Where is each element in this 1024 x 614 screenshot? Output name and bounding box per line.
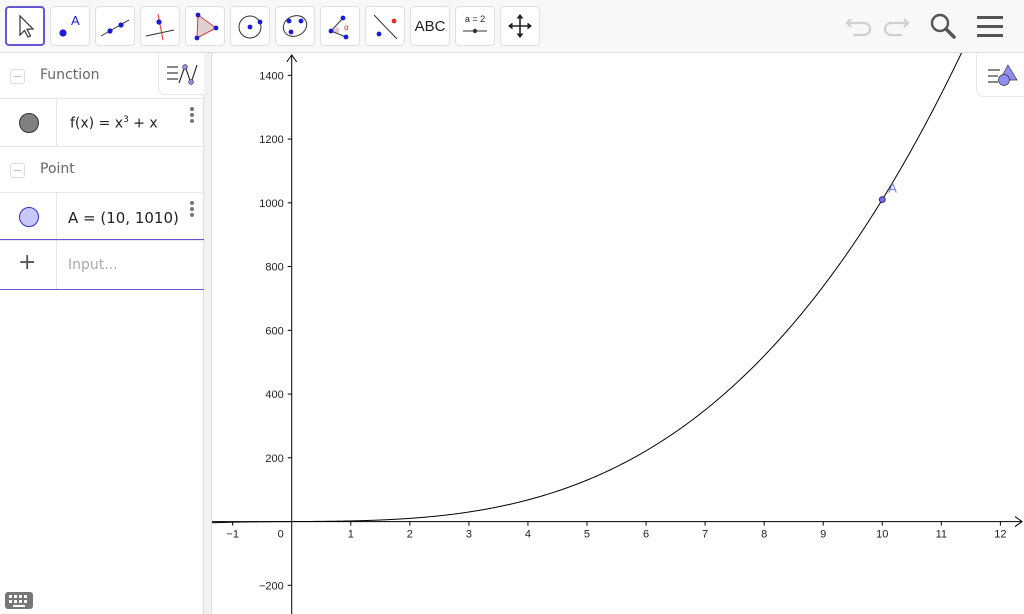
group-title: Point — [40, 161, 75, 177]
group-title: Function — [40, 67, 100, 83]
move-arrows-icon — [508, 14, 532, 38]
redo-icon — [883, 18, 910, 37]
y-tick-label: 800 — [265, 262, 283, 274]
ellipse-icon — [282, 15, 308, 37]
text-icon: ABC — [414, 17, 446, 35]
algebra-style-bar-toggle[interactable] — [158, 53, 204, 95]
algebra-item-A[interactable]: A = (10, 1010) — [0, 193, 204, 241]
graphics-canvas[interactable]: −1 0 1 2 3 4 5 6 7 8 9 10 11 12 −20020040060080010001… — [212, 53, 1024, 614]
x-tick-label: 2 — [407, 529, 413, 541]
search-icon — [930, 13, 956, 39]
line-through-two-points-icon — [100, 19, 130, 37]
move-tool-button[interactable] — [5, 6, 45, 46]
point-definition[interactable]: A = (10, 1010) — [68, 209, 179, 227]
visibility-marble-icon[interactable] — [19, 207, 39, 227]
y-tick-label: 400 — [265, 389, 283, 401]
y-axis-ticks: −200 200 400 600 800 1000 1200 1400 — [259, 70, 292, 592]
move-graphics-view-tool-button[interactable] — [500, 6, 540, 46]
group-header-point[interactable]: Point — [0, 147, 204, 193]
slider-icon: a = 2 — [463, 14, 487, 34]
x-tick-label: 0 — [278, 529, 284, 541]
keyboard-icon — [5, 592, 33, 609]
more-options-icon[interactable] — [190, 107, 194, 123]
panel-splitter[interactable] — [204, 53, 212, 614]
point-A-label: A — [888, 181, 897, 196]
menu-button[interactable] — [972, 8, 1008, 44]
text-tool-button[interactable]: ABC — [410, 6, 450, 46]
circle-center-point-icon — [238, 15, 263, 39]
x-tick-label: 7 — [702, 529, 708, 541]
algebra-style-bar-icon — [166, 63, 198, 85]
x-tick-label: −1 — [226, 529, 239, 541]
algebra-input[interactable]: Input... — [68, 257, 118, 273]
algebra-item-f[interactable]: f(x) = x3 + x — [0, 99, 204, 147]
x-tick-label: 11 — [936, 529, 947, 541]
axes — [212, 54, 1023, 614]
search-button[interactable] — [925, 8, 961, 44]
angle-tool-button[interactable]: α — [320, 6, 360, 46]
y-tick-label: 1200 — [259, 134, 283, 146]
perpendicular-line-icon — [145, 13, 175, 41]
x-tick-label: 10 — [876, 529, 888, 541]
x-tick-label: 8 — [761, 529, 767, 541]
keyboard-button[interactable] — [4, 589, 34, 611]
y-tick-label: 1400 — [259, 70, 283, 82]
y-tick-label: 1000 — [259, 198, 283, 210]
collapse-toggle-icon[interactable] — [10, 163, 25, 178]
y-tick-label: 200 — [265, 453, 283, 465]
undo-button[interactable] — [841, 8, 877, 44]
marble-cell — [0, 193, 57, 240]
graphics-style-bar-icon — [987, 63, 1018, 86]
circle-tool-button[interactable] — [230, 6, 270, 46]
graphics-view[interactable]: −1 0 1 2 3 4 5 6 7 8 9 10 11 12 −200 200 400 600 800 1000 1… — [212, 53, 1024, 614]
graphics-style-bar-toggle[interactable] — [976, 53, 1024, 97]
expr-suffix: + x — [128, 115, 158, 132]
reflect-tool-button[interactable] — [365, 6, 405, 46]
redo-button[interactable] — [878, 8, 914, 44]
angle-icon-label: α — [344, 23, 349, 32]
x-tick-label: 4 — [525, 529, 531, 541]
algebra-view: Function f(x) = x3 + x Point A = (10, 10… — [0, 53, 204, 614]
polygon-icon — [194, 12, 219, 41]
point-A[interactable] — [878, 196, 886, 204]
reflect-about-line-icon — [373, 14, 398, 40]
point-tool-button[interactable]: A — [50, 6, 90, 46]
collapse-toggle-icon[interactable] — [10, 69, 25, 84]
x-tick-label: 9 — [820, 529, 826, 541]
point-icon-label: A — [71, 13, 80, 28]
perpendicular-line-tool-button[interactable] — [140, 6, 180, 46]
slider-icon-label: a = 2 — [465, 14, 485, 24]
x-axis-ticks: −1 0 1 2 3 4 5 6 7 8 9 10 11 12 — [226, 521, 1007, 541]
geogebra-app: A α ABC a = 2 Function f(x) = x3 + x Poi… — [0, 0, 1024, 614]
marble-cell: + — [0, 240, 57, 289]
y-tick-label: 600 — [265, 325, 283, 337]
line-tool-button[interactable] — [95, 6, 135, 46]
conic-tool-button[interactable] — [275, 6, 315, 46]
angle-icon: α — [328, 15, 349, 40]
point-icon: A — [59, 13, 80, 37]
slider-tool-button[interactable]: a = 2 — [455, 6, 495, 46]
function-definition[interactable]: f(x) = x3 + x — [70, 115, 158, 132]
x-tick-label: 6 — [643, 529, 649, 541]
x-tick-label: 5 — [584, 529, 590, 541]
algebra-input-row[interactable]: + Input... — [0, 239, 204, 290]
hamburger-menu-icon — [977, 16, 1003, 37]
marble-cell — [0, 99, 57, 146]
cursor-arrow-icon — [19, 14, 35, 38]
polygon-tool-button[interactable] — [185, 6, 225, 46]
expr-prefix: f(x) = x — [70, 115, 124, 132]
y-tick-label: −200 — [259, 580, 284, 592]
undo-icon — [845, 18, 872, 37]
function-graph-f[interactable] — [212, 53, 968, 524]
visibility-marble-icon[interactable] — [19, 113, 39, 133]
toolbar: A α ABC a = 2 — [0, 0, 1024, 53]
plus-icon[interactable]: + — [18, 250, 36, 275]
x-tick-label: 1 — [348, 529, 354, 541]
more-options-icon[interactable] — [190, 201, 194, 217]
x-tick-label: 12 — [994, 529, 1006, 541]
x-tick-label: 3 — [466, 529, 472, 541]
